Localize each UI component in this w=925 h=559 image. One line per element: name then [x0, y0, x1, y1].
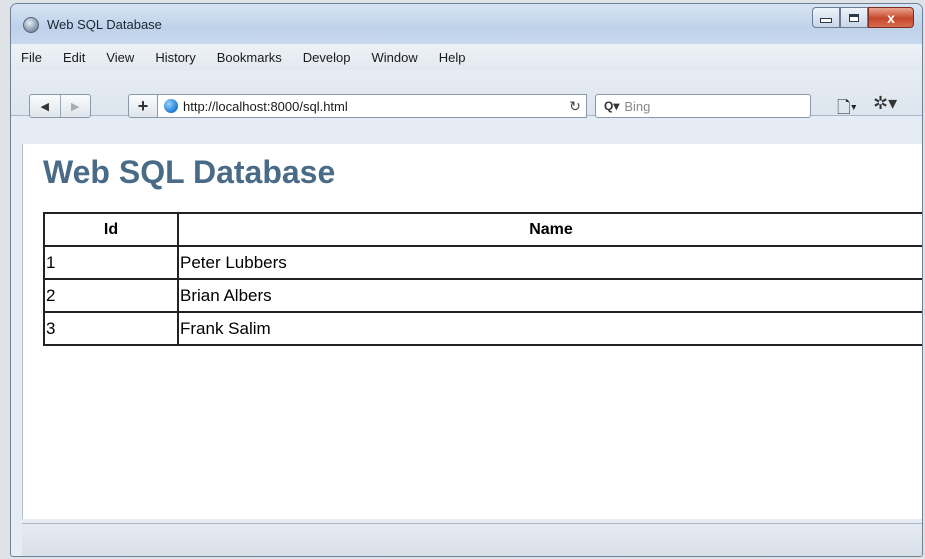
- cell-id: 1: [43, 245, 179, 280]
- address-bar[interactable]: http://localhost:8000/sql.html ↻: [157, 94, 587, 118]
- column-header-name: Name: [177, 212, 922, 247]
- menu-edit[interactable]: Edit: [63, 50, 85, 65]
- window-title: Web SQL Database: [47, 17, 162, 32]
- table-row: 3 Frank Salim: [43, 311, 922, 346]
- window-controls: x: [812, 7, 914, 29]
- page-title: Web SQL Database: [43, 154, 336, 190]
- results-table: Id Name 1 Peter Lubbers 2 Brian Albers 3…: [43, 212, 922, 346]
- menu-develop[interactable]: Develop: [303, 50, 351, 65]
- menu-history[interactable]: History: [155, 50, 195, 65]
- gear-icon[interactable]: ✲▾: [873, 93, 897, 114]
- page-content: Web SQL Database Id Name 1 Peter Lubbers…: [22, 144, 922, 519]
- menu-bookmarks[interactable]: Bookmarks: [217, 50, 282, 65]
- menu-bar: File Edit View History Bookmarks Develop…: [11, 44, 922, 70]
- reload-icon[interactable]: ↻: [564, 98, 586, 115]
- cell-name: Peter Lubbers: [177, 245, 922, 280]
- table-header-row: Id Name: [43, 212, 922, 247]
- title-bar: Web SQL Database x: [11, 4, 922, 44]
- menu-window[interactable]: Window: [372, 50, 418, 65]
- add-bookmark-button[interactable]: +: [128, 94, 158, 118]
- maximize-icon: [849, 13, 859, 22]
- back-button[interactable]: ◀: [30, 95, 60, 117]
- minimize-icon: [820, 18, 832, 23]
- nav-controls: ◀ ▶ + http://localhost:8000/sql.html ↻ Q…: [10, 69, 923, 118]
- menu-view[interactable]: View: [106, 50, 134, 65]
- cell-id: 3: [43, 311, 179, 346]
- search-box[interactable]: Q▾: [595, 94, 811, 118]
- menu-help[interactable]: Help: [439, 50, 466, 65]
- back-forward-group: ◀ ▶: [29, 94, 91, 118]
- cell-name: Frank Salim: [177, 311, 922, 346]
- close-button[interactable]: x: [868, 7, 914, 28]
- browser-logo-icon: [23, 17, 39, 33]
- url-text[interactable]: http://localhost:8000/sql.html: [183, 99, 564, 114]
- status-bar: [22, 523, 922, 556]
- cell-name: Brian Albers: [177, 278, 922, 313]
- minimize-button[interactable]: [812, 7, 840, 28]
- search-icon[interactable]: Q▾: [604, 99, 619, 113]
- maximize-button[interactable]: [840, 7, 868, 28]
- column-header-id: Id: [43, 212, 179, 247]
- table-row: 1 Peter Lubbers: [43, 245, 922, 280]
- page-menu-icon[interactable]: 🗋▾: [837, 95, 857, 124]
- table-row: 2 Brian Albers: [43, 278, 922, 313]
- menu-file[interactable]: File: [21, 50, 42, 65]
- search-input[interactable]: [622, 97, 797, 115]
- forward-button[interactable]: ▶: [59, 95, 91, 117]
- globe-icon: [164, 99, 178, 113]
- cell-id: 2: [43, 278, 179, 313]
